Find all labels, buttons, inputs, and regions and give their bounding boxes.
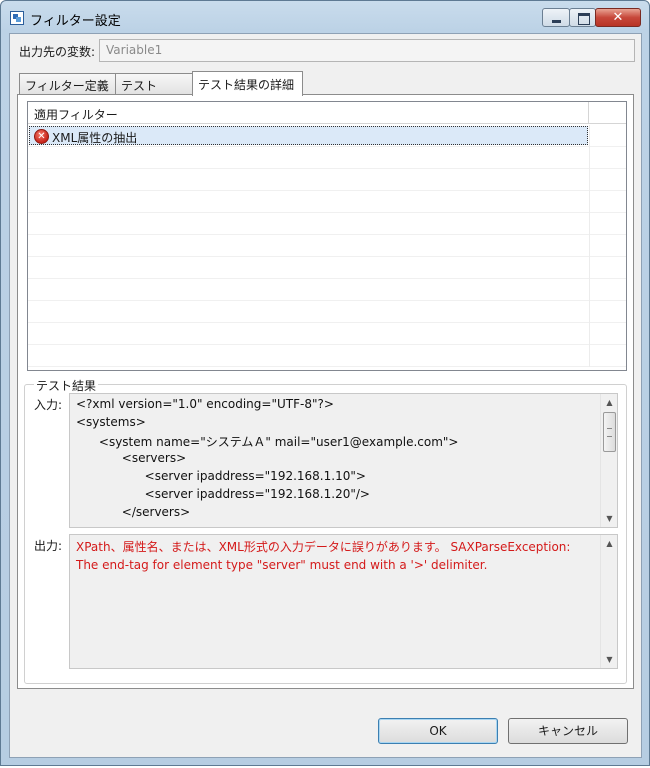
input-line: </servers> (76, 505, 191, 519)
input-label: 入力: (34, 398, 63, 412)
applied-filter-list[interactable]: 適用フィルター ✕ XML属性の抽出 (27, 101, 627, 371)
variable-field[interactable]: Variable1 (99, 39, 635, 62)
dialog-client-area: 出力先の変数: Variable1 フィルター定義 テスト テスト結果の詳細 適… (9, 33, 642, 758)
test-result-group: テスト結果 入力: <?xml version="1.0" encoding="… (24, 377, 627, 684)
input-line: <servers> (76, 451, 187, 465)
output-text-area[interactable]: XPath、属性名、または、XML形式の入力データに誤りがあります。 SAXPa… (69, 534, 618, 669)
ok-button[interactable]: OK (378, 718, 498, 744)
title-bar[interactable]: フィルター設定 ✕ (1, 1, 649, 33)
close-icon: ✕ (612, 10, 624, 25)
input-line: <server ipaddress="192.168.1.10"> (76, 469, 366, 483)
scroll-down-icon[interactable]: ▼ (601, 511, 617, 526)
column-divider (589, 235, 590, 257)
app-icon (10, 11, 24, 25)
empty-row (28, 323, 626, 345)
empty-row (28, 279, 626, 301)
input-scrollbar[interactable]: ▲ ▼ (600, 394, 617, 527)
column-divider (589, 279, 590, 301)
input-line: <server ipaddress="192.168.1.20"/> (76, 487, 370, 501)
empty-row (28, 301, 626, 323)
output-label: 出力: (34, 539, 63, 553)
close-button[interactable]: ✕ (595, 8, 641, 27)
column-header-applied-filter[interactable]: 適用フィルター (28, 102, 589, 124)
output-error-message: XPath、属性名、または、XML形式の入力データに誤りがあります。 SAXPa… (76, 540, 571, 572)
column-divider (589, 147, 590, 169)
column-divider (589, 125, 590, 147)
empty-row (28, 191, 626, 213)
empty-row (28, 235, 626, 257)
column-divider (589, 191, 590, 213)
scroll-up-icon[interactable]: ▲ (601, 395, 617, 410)
empty-row (28, 345, 626, 367)
input-line: <?xml version="1.0" encoding="UTF-8"?> (76, 397, 334, 411)
output-scrollbar[interactable]: ▲ ▼ (600, 535, 617, 668)
tab-filter-definition[interactable]: フィルター定義 (19, 73, 116, 95)
dialog-window: フィルター設定 ✕ 出力先の変数: Variable1 フィルター定義 テスト … (0, 0, 650, 766)
list-item[interactable]: ✕ XML属性の抽出 (28, 125, 626, 147)
empty-row (28, 169, 626, 191)
group-title: テスト結果 (34, 377, 99, 394)
column-divider (589, 213, 590, 235)
column-divider (589, 257, 590, 279)
column-divider (589, 323, 590, 345)
scroll-up-icon[interactable]: ▲ (601, 536, 617, 551)
tab-panel: 適用フィルター ✕ XML属性の抽出 テスト結果 入力: <?xml versi… (17, 94, 634, 689)
tab-test[interactable]: テスト (115, 73, 193, 95)
column-divider (589, 301, 590, 323)
window-title: フィルター設定 (30, 14, 121, 29)
minimize-button[interactable] (542, 8, 570, 27)
column-divider (589, 169, 590, 191)
scroll-thumb[interactable] (603, 412, 616, 452)
empty-row (28, 257, 626, 279)
maximize-button[interactable] (569, 8, 596, 27)
error-icon: ✕ (34, 129, 49, 144)
input-text-area[interactable]: <?xml version="1.0" encoding="UTF-8"?> <… (69, 393, 618, 528)
cancel-button[interactable]: キャンセル (508, 718, 628, 744)
empty-row (28, 213, 626, 235)
empty-row (28, 147, 626, 169)
tab-test-result-details[interactable]: テスト結果の詳細 (192, 71, 303, 96)
input-line: <systems> (76, 415, 146, 429)
input-line: <system name="システムＡ" mail="user1@example… (76, 435, 459, 449)
column-header-blank (589, 102, 626, 124)
scroll-down-icon[interactable]: ▼ (601, 652, 617, 667)
column-divider (589, 345, 590, 367)
list-header: 適用フィルター (28, 102, 626, 124)
selected-row-highlight: ✕ XML属性の抽出 (29, 126, 588, 145)
variable-label: 出力先の変数: (19, 45, 96, 59)
filter-name: XML属性の抽出 (52, 131, 138, 145)
